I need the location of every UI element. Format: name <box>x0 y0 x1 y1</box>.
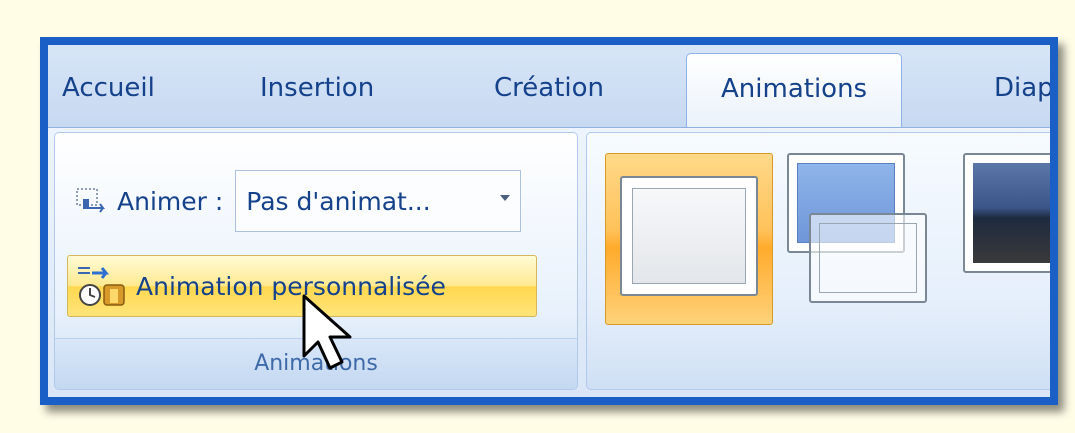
animer-row: Animer : Pas d'animat... <box>75 170 522 232</box>
slide-preview <box>620 176 758 296</box>
animer-dropdown-value: Pas d'animat... <box>246 186 431 216</box>
tab-animations[interactable]: Animations <box>686 53 903 133</box>
tab-accueil[interactable]: Accueil <box>62 73 155 103</box>
window-frame: Accueil Insertion Création Animations Di… <box>40 37 1058 405</box>
slide-preview-dark <box>963 153 1050 273</box>
custom-animation-label: Animation personnalisée <box>136 271 446 301</box>
animate-icon <box>75 186 109 216</box>
animer-label: Animer : <box>117 186 224 216</box>
slide-preview-front <box>809 213 927 303</box>
slide-preview-inner <box>632 188 746 284</box>
custom-animation-icon <box>72 263 130 309</box>
transition-thumbnail-fade[interactable] <box>787 153 947 325</box>
ribbon-body: Animer : Pas d'animat... Animation perso… <box>48 127 1050 397</box>
ribbon-tab-bar: Accueil Insertion Création Animations Di… <box>48 45 1050 133</box>
ribbon: Accueil Insertion Création Animations Di… <box>48 45 1050 397</box>
tab-creation[interactable]: Création <box>494 73 604 103</box>
transition-gallery <box>586 132 1050 390</box>
animer-dropdown[interactable]: Pas d'animat... <box>235 170 522 232</box>
slide-preview-front-inner <box>819 223 917 293</box>
transition-thumbnail-dark[interactable] <box>963 153 1050 325</box>
chevron-down-icon[interactable] <box>500 195 511 201</box>
transition-thumbnail-none[interactable] <box>605 153 773 325</box>
tab-insertion[interactable]: Insertion <box>260 73 374 103</box>
tab-diaporama[interactable]: Diap <box>994 73 1050 103</box>
mouse-cursor-icon <box>302 294 352 370</box>
slide-preview-dark-inner <box>973 163 1050 263</box>
